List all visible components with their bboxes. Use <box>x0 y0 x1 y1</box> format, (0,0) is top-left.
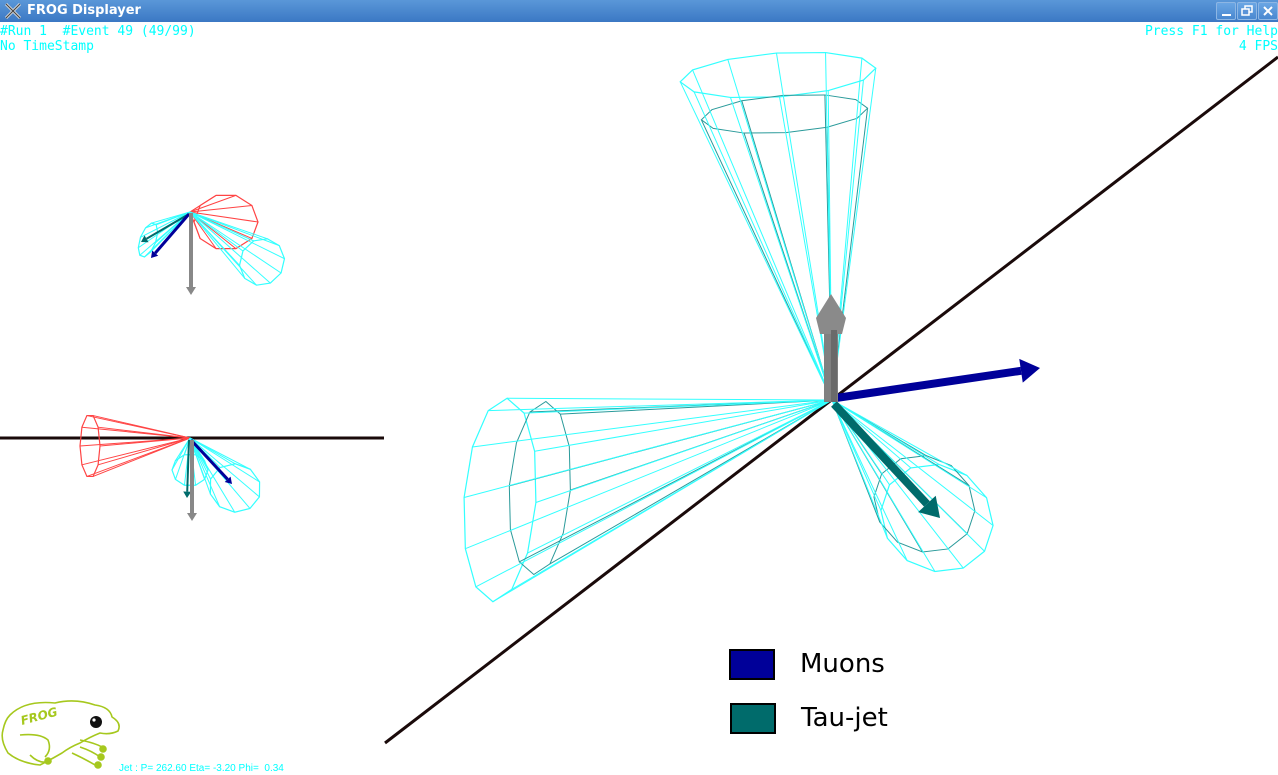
fps-counter: 4 FPS <box>1238 39 1278 54</box>
tau-jet-cone-down-edge <box>831 399 968 476</box>
tau-jet-cone-up-edge <box>692 69 833 401</box>
selected-object-info: Jet : P= 262.60 Eta= -3.20 Phi= 0.34 <box>119 763 284 774</box>
tau-jet-cone-up-edge <box>775 52 833 401</box>
frog-logo: FROG <box>1 700 120 769</box>
run-event-label: #Run 1 #Event 49 (49/99) <box>0 24 196 39</box>
red-cone-ml-edge <box>86 437 191 477</box>
tau-jet-cone-left-edge <box>524 399 833 414</box>
met-arrow-ml-head <box>187 513 197 521</box>
cyan-cone-tl-right-edge <box>189 211 282 274</box>
tau-jet-cone-left-edge <box>527 399 833 554</box>
legend-swatch-muons <box>729 649 775 680</box>
tau-arrow-ml-shaft <box>186 439 190 492</box>
event-display-scene[interactable] <box>0 0 1278 775</box>
tau-arrow-main-shaft <box>831 401 930 507</box>
tau-jet-cone-down-edge <box>831 399 882 511</box>
tau-jet-cone-up-edge <box>693 91 833 401</box>
frog-logo-text: FROG <box>19 705 59 728</box>
tau-jet-cone-left-edge <box>463 399 833 498</box>
muon-arrow-ml-shaft <box>189 438 229 481</box>
tau-jet-cone-left-edge <box>492 399 833 603</box>
red-cone-ml-edge <box>92 415 191 439</box>
tau-jet-cone-left-inner-rim <box>508 400 571 576</box>
legend-label-muons: Muons <box>800 649 885 679</box>
tau-jet-cone-up-edge <box>727 59 833 401</box>
tau-jet-cone-down-edge <box>831 399 936 572</box>
timestamp-label: No TimeStamp <box>0 39 94 54</box>
help-hint: Press F1 for Help <box>1144 24 1278 39</box>
tau-jet-cone-left-rim <box>463 397 537 603</box>
red-cone-ml-edge <box>98 426 191 439</box>
tau-jet-cone-left-edge <box>475 399 833 588</box>
met-arrow-shade <box>831 330 837 402</box>
tau-jet-cone-left-edge <box>465 399 833 550</box>
tau-jet-cone-up-rim <box>679 51 877 99</box>
tau-jet-cone-down-rim <box>880 463 994 573</box>
legend-label-tau-jet: Tau-jet <box>801 703 888 733</box>
muon-arrow-tl-shaft <box>154 213 191 255</box>
met-arrow-tl-head <box>186 287 196 295</box>
cyan-cone-tl-right-edge <box>189 211 240 266</box>
legend-swatch-tau-jet <box>730 703 776 734</box>
muon-arrow-main-head <box>1019 358 1040 383</box>
tau-jet-cone-up-edge <box>831 68 877 401</box>
tau-jet-cone-left-edge <box>507 397 833 401</box>
tau-jet-cone-up-edge <box>729 97 833 401</box>
